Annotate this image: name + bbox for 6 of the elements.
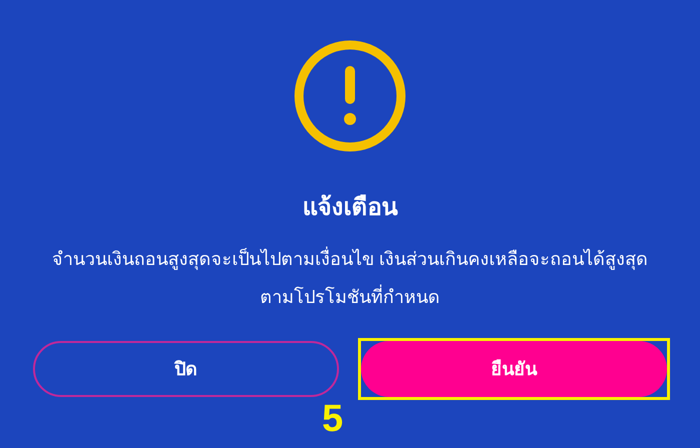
- step-number: 5: [322, 400, 344, 438]
- dialog-message: จำนวนเงินถอนสูงสุดจะเป็นไปตามเงื่อนไข เงินส่วนเกินคงเหลือจะถอนได้สูงสุดตามโปรโมชันที่กำหนด: [40, 240, 660, 316]
- close-button[interactable]: ปิด: [33, 341, 339, 397]
- confirm-button[interactable]: ยืนยัน: [361, 341, 667, 397]
- warning-icon: [294, 40, 406, 152]
- dialog-title: แจ้งเตือน: [302, 193, 398, 223]
